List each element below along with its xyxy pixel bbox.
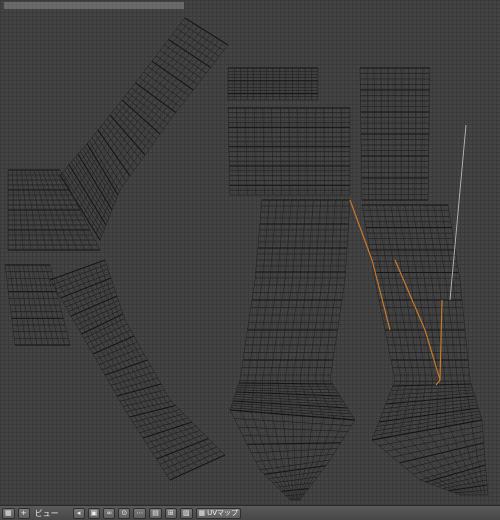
uv-map-field[interactable]: ▦ UVマップ	[195, 507, 242, 519]
image-icon[interactable]: ▣	[87, 507, 101, 519]
uv-editor-canvas[interactable]	[0, 0, 500, 505]
snap-icon[interactable]: ⋯	[133, 507, 147, 519]
uv-image-editor-icon: ▦	[5, 509, 12, 517]
editor-type-button[interactable]: ▦	[2, 507, 15, 519]
uv-island-middle-foot[interactable]	[229, 409, 356, 501]
sticky-icon[interactable]: ⊞	[164, 507, 177, 519]
arrow-icon[interactable]: ◂	[72, 507, 85, 519]
uv-island-left-lower[interactable]	[49, 259, 226, 481]
uv-island-right-block[interactable]	[359, 67, 431, 201]
pin-icon[interactable]: ⊙	[118, 507, 131, 519]
view-menu[interactable]: ビュー	[33, 508, 61, 519]
uv-map-label: UVマップ	[207, 509, 239, 517]
uv-mesh[interactable]	[0, 0, 500, 505]
selected-seam-edge[interactable]	[349, 199, 391, 331]
uv-island-middle-block[interactable]	[227, 107, 351, 196]
editor-header: ▦ + ビュー ◂ ▣ ∞ ⊙ ⋯ ▤ ⊞ ▧ ▦ UVマップ	[0, 505, 500, 520]
view-menu-toggle-icon[interactable]: +	[17, 507, 30, 519]
lock-icon[interactable]: ▧	[179, 507, 193, 519]
selected-seam-edge[interactable]	[435, 299, 443, 386]
grid-icon[interactable]: ▤	[149, 507, 162, 519]
stray-edge[interactable]	[449, 124, 467, 301]
uv-island-right-foot[interactable]	[371, 419, 489, 496]
uv-island-left-upper[interactable]	[59, 17, 229, 241]
uv-island-middle-leg[interactable]	[229, 199, 356, 421]
uv-island-left-side-lower[interactable]	[4, 264, 71, 346]
link-icon[interactable]: ∞	[103, 507, 116, 519]
uv-island-middle-top[interactable]	[227, 67, 319, 101]
uv-map-icon: ▦	[198, 509, 206, 517]
